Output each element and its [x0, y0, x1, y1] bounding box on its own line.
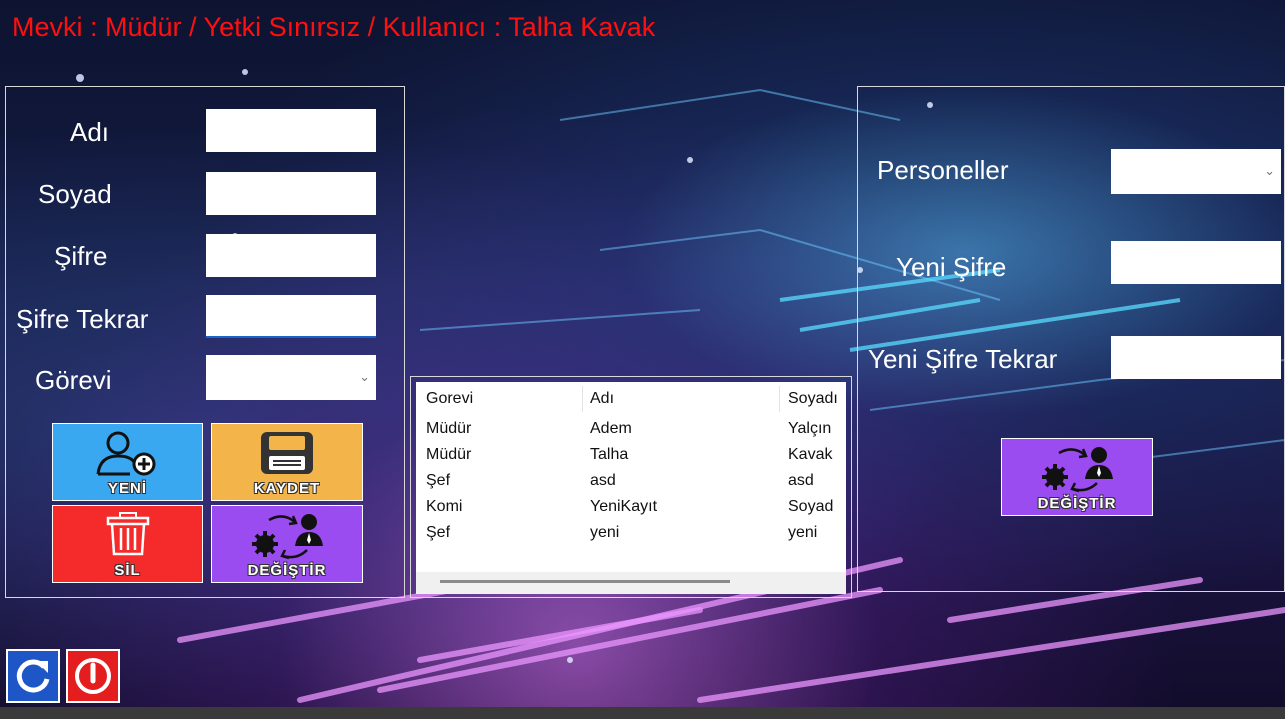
cell-adi: asd — [590, 472, 616, 489]
gorevi-label: Görevi — [35, 365, 112, 395]
degistir-button[interactable]: DEĞİŞTİR — [211, 505, 363, 583]
refresh-button[interactable] — [6, 649, 60, 703]
yeni-button[interactable]: YENİ — [52, 423, 203, 501]
sil-label: SİL — [114, 562, 141, 579]
cell-soyadi: asd — [788, 472, 814, 489]
soyad-label: Soyad — [38, 179, 112, 209]
personnel-form-group: Adı Soyad Şifre Şifre Tekrar Görevi ⌄ YE… — [5, 86, 405, 598]
sifre-input[interactable] — [206, 234, 376, 277]
chevron-down-icon: ⌄ — [359, 368, 370, 384]
personeller-label: Personeller — [877, 155, 1009, 185]
floppy-disk-icon — [261, 432, 313, 474]
personnel-list[interactable]: Gorevi Adı Soyadı Müdür Adem Yalçın Müdü… — [416, 382, 846, 594]
cell-soyadi: Yalçın — [788, 420, 832, 437]
yeni-sifre-input[interactable] — [1111, 241, 1281, 284]
horizontal-scrollbar[interactable] — [416, 572, 846, 594]
sifre-degistir-button[interactable]: DEĞİŞTİR — [1001, 438, 1153, 516]
list-header: Gorevi Adı Soyadı — [416, 382, 846, 416]
sil-button[interactable]: SİL — [52, 505, 203, 583]
degistir-label: DEĞİŞTİR — [247, 562, 327, 579]
column-header-adi[interactable]: Adı — [590, 390, 614, 408]
sifre-label: Şifre — [54, 241, 108, 271]
chevron-down-icon: ⌄ — [1264, 162, 1275, 178]
ad-label: Adı — [70, 117, 110, 147]
personeller-select[interactable]: ⌄ — [1111, 149, 1281, 194]
yeni-label: YENİ — [107, 480, 147, 497]
password-change-group: Personeller ⌄ Yeni Şifre Yeni Şifre Tekr… — [857, 86, 1285, 592]
cell-soyadi: Soyad — [788, 498, 834, 515]
user-swap-gear-icon — [252, 514, 323, 560]
scrollbar-thumb[interactable] — [440, 580, 730, 583]
cell-gorevi: Şef — [426, 524, 451, 541]
cell-gorevi: Şef — [426, 472, 451, 489]
list-item[interactable]: Müdür Talha Kavak — [416, 446, 846, 472]
column-header-gorevi[interactable]: Gorevi — [426, 390, 473, 408]
sifre-degistir-label: DEĞİŞTİR — [1037, 495, 1117, 512]
cell-gorevi: Komi — [426, 498, 463, 515]
cell-gorevi: Müdür — [426, 446, 472, 463]
power-button[interactable] — [66, 649, 120, 703]
cell-adi: Adem — [590, 420, 632, 437]
list-item[interactable]: Müdür Adem Yalçın — [416, 420, 846, 446]
cell-soyadi: yeni — [788, 524, 818, 541]
yeni-sifre-label: Yeni Şifre — [896, 252, 1007, 282]
cell-adi: yeni — [590, 524, 620, 541]
column-separator — [779, 386, 780, 412]
yeni-sifre-tekrar-input[interactable] — [1111, 336, 1281, 379]
cell-adi: Talha — [590, 446, 629, 463]
user-swap-gear-icon — [1042, 447, 1113, 493]
refresh-icon — [16, 659, 50, 693]
add-user-icon — [96, 431, 155, 476]
ad-input[interactable] — [206, 109, 376, 152]
soyad-input[interactable] — [206, 172, 376, 215]
kaydet-button[interactable]: KAYDET — [211, 423, 363, 501]
yeni-sifre-tekrar-label: Yeni Şifre Tekrar — [868, 344, 1058, 374]
trash-icon — [106, 512, 149, 556]
cell-gorevi: Müdür — [426, 420, 472, 437]
cell-soyadi: Kavak — [788, 446, 833, 463]
list-item[interactable]: Komi YeniKayıt Soyad — [416, 498, 846, 524]
sifre-tekrar-input[interactable] — [206, 295, 376, 338]
column-header-soyadi[interactable]: Soyadı — [788, 390, 838, 408]
gorevi-select[interactable]: ⌄ — [206, 355, 376, 400]
column-separator — [582, 386, 583, 412]
power-icon — [75, 658, 111, 694]
list-item[interactable]: Şef yeni yeni — [416, 524, 846, 550]
kaydet-label: KAYDET — [253, 480, 321, 497]
personnel-list-group: Gorevi Adı Soyadı Müdür Adem Yalçın Müdü… — [410, 376, 852, 598]
cell-adi: YeniKayıt — [590, 498, 658, 515]
sifre-tekrar-label: Şifre Tekrar — [16, 304, 149, 334]
list-item[interactable]: Şef asd asd — [416, 472, 846, 498]
user-info-title: Mevki : Müdür / Yetki Sınırsız / Kullanı… — [12, 12, 656, 42]
